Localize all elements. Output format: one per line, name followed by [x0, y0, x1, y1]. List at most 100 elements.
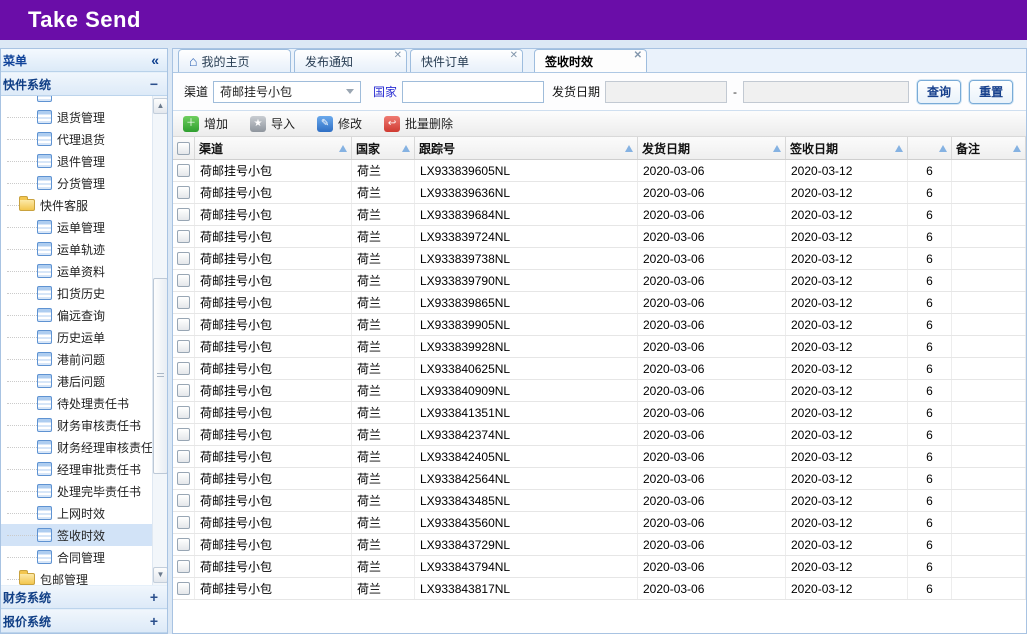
column-header-remark[interactable]: 备注 — [952, 137, 1026, 159]
row-checkbox[interactable] — [177, 274, 190, 287]
row-checkbox[interactable] — [177, 296, 190, 309]
scroll-up-icon[interactable]: ▲ — [153, 98, 167, 114]
row-checkbox[interactable] — [177, 472, 190, 485]
tree-item[interactable]: 经理审批责任书 — [1, 458, 152, 480]
batch-delete-button[interactable]: ↩ 批量删除 — [384, 115, 453, 132]
column-header-days[interactable] — [908, 137, 952, 159]
tree-item[interactable]: 财务审核责任书 — [1, 414, 152, 436]
column-header-channel[interactable]: 渠道 — [195, 137, 352, 159]
country-input[interactable] — [402, 81, 544, 103]
table-row[interactable]: 荷邮挂号小包 荷兰 LX933842405NL 2020-03-06 2020-… — [173, 446, 1026, 468]
tree-item[interactable]: 退货管理 — [1, 106, 152, 128]
row-checkbox[interactable] — [177, 252, 190, 265]
sort-icon[interactable] — [402, 145, 410, 152]
tree-item[interactable]: 历史运单 — [1, 326, 152, 348]
row-checkbox[interactable] — [177, 428, 190, 441]
table-row[interactable]: 荷邮挂号小包 荷兰 LX933843817NL 2020-03-06 2020-… — [173, 578, 1026, 600]
edit-button[interactable]: ✎ 修改 — [317, 115, 362, 132]
tree-item[interactable]: 财务经理审核责任书 — [1, 436, 152, 458]
row-checkbox[interactable] — [177, 164, 190, 177]
sidebar-section-finance-system[interactable]: 财务系统 + — [1, 585, 167, 609]
row-checkbox[interactable] — [177, 318, 190, 331]
close-icon[interactable]: ✕ — [634, 51, 642, 61]
table-row[interactable]: 荷邮挂号小包 荷兰 LX933843729NL 2020-03-06 2020-… — [173, 534, 1026, 556]
table-row[interactable]: 荷邮挂号小包 荷兰 LX933839636NL 2020-03-06 2020-… — [173, 182, 1026, 204]
table-row[interactable]: 荷邮挂号小包 荷兰 LX933839790NL 2020-03-06 2020-… — [173, 270, 1026, 292]
column-header-sign-date[interactable]: 签收日期 — [786, 137, 908, 159]
minus-icon[interactable]: − — [150, 76, 158, 92]
add-button[interactable]: ＋ 增加 — [183, 115, 228, 132]
tab-my-home[interactable]: ⌂ 我的主页 — [178, 49, 291, 72]
row-checkbox[interactable] — [177, 208, 190, 221]
row-checkbox[interactable] — [177, 362, 190, 375]
row-checkbox[interactable] — [177, 186, 190, 199]
row-checkbox[interactable] — [177, 560, 190, 573]
tree-item[interactable]: 偏远查询 — [1, 304, 152, 326]
channel-select[interactable]: 荷邮挂号小包 — [213, 81, 361, 103]
row-checkbox[interactable] — [177, 516, 190, 529]
plus-icon[interactable]: + — [150, 613, 158, 629]
tree-item[interactable]: 上网时效 — [1, 502, 152, 524]
table-row[interactable]: 荷邮挂号小包 荷兰 LX933839738NL 2020-03-06 2020-… — [173, 248, 1026, 270]
tree-item[interactable]: 分货管理 — [1, 172, 152, 194]
date-to-input[interactable] — [743, 81, 909, 103]
column-header-country[interactable]: 国家 — [352, 137, 415, 159]
sort-icon[interactable] — [625, 145, 633, 152]
table-row[interactable]: 荷邮挂号小包 荷兰 LX933841351NL 2020-03-06 2020-… — [173, 402, 1026, 424]
tree-item[interactable] — [1, 96, 152, 106]
tree-scrollbar[interactable]: ▲ ▼ — [152, 96, 167, 585]
sort-icon[interactable] — [895, 145, 903, 152]
table-row[interactable]: 荷邮挂号小包 荷兰 LX933839605NL 2020-03-06 2020-… — [173, 160, 1026, 182]
reset-button[interactable]: 重置 — [969, 80, 1013, 104]
table-row[interactable]: 荷邮挂号小包 荷兰 LX933839865NL 2020-03-06 2020-… — [173, 292, 1026, 314]
sort-icon[interactable] — [339, 145, 347, 152]
tree-item[interactable]: 快件客服 — [1, 194, 152, 216]
tab-publish-notice[interactable]: 发布通知 ✕ — [294, 49, 407, 72]
table-row[interactable]: 荷邮挂号小包 荷兰 LX933839928NL 2020-03-06 2020-… — [173, 336, 1026, 358]
column-header-tracking[interactable]: 跟踪号 — [415, 137, 638, 159]
tree-item[interactable]: 运单资料 — [1, 260, 152, 282]
table-row[interactable]: 荷邮挂号小包 荷兰 LX933839724NL 2020-03-06 2020-… — [173, 226, 1026, 248]
table-row[interactable]: 荷邮挂号小包 荷兰 LX933842374NL 2020-03-06 2020-… — [173, 424, 1026, 446]
sort-icon[interactable] — [939, 145, 947, 152]
row-checkbox[interactable] — [177, 450, 190, 463]
tree-item[interactable]: 代理退货 — [1, 128, 152, 150]
sidebar-section-express-system[interactable]: 快件系统 − — [1, 72, 167, 96]
row-checkbox[interactable] — [177, 406, 190, 419]
table-row[interactable]: 荷邮挂号小包 荷兰 LX933843485NL 2020-03-06 2020-… — [173, 490, 1026, 512]
sort-icon[interactable] — [773, 145, 781, 152]
scrollbar-thumb[interactable] — [153, 278, 167, 474]
tree-item[interactable]: 运单管理 — [1, 216, 152, 238]
import-button[interactable]: ★ 导入 — [250, 115, 295, 132]
tree-item[interactable]: 运单轨迹 — [1, 238, 152, 260]
search-button[interactable]: 查询 — [917, 80, 961, 104]
tree-item[interactable]: 合同管理 — [1, 546, 152, 568]
row-checkbox[interactable] — [177, 230, 190, 243]
table-row[interactable]: 荷邮挂号小包 荷兰 LX933843794NL 2020-03-06 2020-… — [173, 556, 1026, 578]
tree-item[interactable]: 待处理责任书 — [1, 392, 152, 414]
date-from-input[interactable] — [605, 81, 727, 103]
tree-item[interactable]: 签收时效 — [1, 524, 152, 546]
sort-icon[interactable] — [1013, 145, 1021, 152]
row-checkbox[interactable] — [177, 384, 190, 397]
table-row[interactable]: 荷邮挂号小包 荷兰 LX933843560NL 2020-03-06 2020-… — [173, 512, 1026, 534]
row-checkbox[interactable] — [177, 538, 190, 551]
table-row[interactable]: 荷邮挂号小包 荷兰 LX933842564NL 2020-03-06 2020-… — [173, 468, 1026, 490]
tree-item[interactable]: 处理完毕责任书 — [1, 480, 152, 502]
select-all-checkbox[interactable] — [177, 142, 190, 155]
scroll-down-icon[interactable]: ▼ — [153, 567, 167, 583]
row-checkbox[interactable] — [177, 582, 190, 595]
table-row[interactable]: 荷邮挂号小包 荷兰 LX933840909NL 2020-03-06 2020-… — [173, 380, 1026, 402]
tree-item[interactable]: 退件管理 — [1, 150, 152, 172]
tab-sign-time[interactable]: 签收时效 ✕ — [534, 49, 647, 72]
plus-icon[interactable]: + — [150, 589, 158, 605]
collapse-sidebar-icon[interactable]: « — [151, 52, 159, 68]
tree-item[interactable]: 扣货历史 — [1, 282, 152, 304]
tree-item[interactable]: 港前问题 — [1, 348, 152, 370]
column-header-ship-date[interactable]: 发货日期 — [638, 137, 786, 159]
close-icon[interactable]: ✕ — [394, 51, 402, 61]
table-row[interactable]: 荷邮挂号小包 荷兰 LX933839905NL 2020-03-06 2020-… — [173, 314, 1026, 336]
tree-item[interactable]: 包邮管理 — [1, 568, 152, 585]
table-row[interactable]: 荷邮挂号小包 荷兰 LX933840625NL 2020-03-06 2020-… — [173, 358, 1026, 380]
close-icon[interactable]: ✕ — [510, 51, 518, 61]
